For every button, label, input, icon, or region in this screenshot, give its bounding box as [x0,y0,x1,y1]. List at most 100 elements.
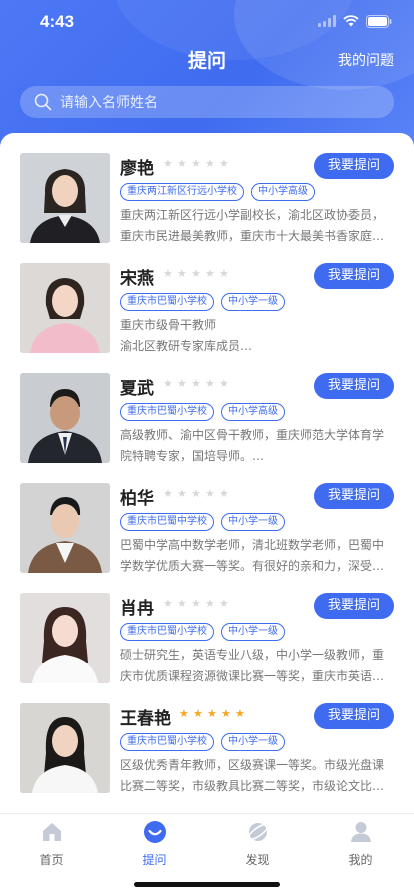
level-tag: 中小学高级 [221,403,285,421]
level-tag: 中小学一级 [221,623,285,641]
star-icon: ★ [205,487,215,500]
star-icon: ★ [177,597,187,610]
teacher-avatar [20,263,110,353]
level-tag: 中小学高级 [251,183,315,201]
nav-bar: 提问 我的问题 [0,44,414,74]
star-icon: ★ [221,707,231,720]
teacher-name: 柏华 [120,489,154,509]
teacher-avatar [20,593,110,683]
star-icon: ★ [219,487,229,500]
star-icon: ★ [163,597,173,610]
level-tag: 中小学一级 [221,733,285,751]
star-icon: ★ [235,707,245,720]
teacher-tags: 重庆两江新区行远小学校 中小学高级 [120,183,315,201]
status-time: 4:43 [40,12,75,31]
star-icon: ★ [177,487,187,500]
status-icons [318,14,392,28]
tab-ask[interactable]: 提问 [103,820,206,868]
teacher-name: 王春艳 [120,709,171,729]
star-icon: ★ [179,707,189,720]
tab-discover[interactable]: 发现 [206,820,309,868]
signal-icon [318,15,336,27]
tab-label: 提问 [142,853,167,867]
teacher-tags: 重庆市巴蜀小学校 中小学一级 [120,733,285,751]
tab-label: 首页 [39,853,64,867]
star-icon: ★ [191,157,201,170]
star-icon: ★ [177,377,187,390]
tab-profile[interactable]: 我的 [309,820,412,868]
star-icon: ★ [205,267,215,280]
star-icon: ★ [219,267,229,280]
teacher-card[interactable]: 柏华 ★ ★ ★ ★ ★ 我要提问 重庆市巴蜀中学校 中小学一级 巴蜀中学高中数… [0,463,414,573]
teacher-desc: 区级优秀青年教师，区级赛课一等奖。市级光盘课比赛二等奖，市级教具比赛二等奖，市级… [120,758,385,793]
my-questions-link[interactable]: 我的问题 [338,50,394,70]
star-icon: ★ [163,487,173,500]
teacher-name: 肖冉 [120,599,154,619]
teacher-desc: 巴蜀中学高中数学老师，清北班数学老师，巴蜀中学数学优质大赛一等奖。有很好的亲和力… [120,538,385,573]
school-tag: 重庆两江新区行远小学校 [120,183,244,201]
star-icon: ★ [163,267,173,280]
rating-stars: ★ ★ ★ ★ ★ [163,158,230,169]
battery-icon [366,14,392,28]
teacher-avatar [20,153,110,243]
school-tag: 重庆市巴蜀小学校 [120,293,214,311]
star-icon: ★ [219,157,229,170]
teacher-name: 宋燕 [120,269,154,289]
rating-stars: ★ ★ ★ ★ ★ [163,268,230,279]
ask-button[interactable]: 我要提问 [314,483,394,509]
status-bar: 4:43 [0,0,414,44]
star-icon: ★ [163,377,173,390]
tab-home[interactable]: 首页 [0,820,103,868]
star-icon: ★ [207,707,217,720]
discover-planet-icon [246,823,269,841]
teacher-card[interactable]: 夏武 ★ ★ ★ ★ ★ 我要提问 重庆市巴蜀小学校 中小学高级 高级教师、渝中… [0,353,414,463]
rating-stars: ★ ★ ★ ★ ★ [163,488,230,499]
star-icon: ★ [163,157,173,170]
star-icon: ★ [191,377,201,390]
teacher-desc: 重庆两江新区行远小学副校长，渝北区政协委员，重庆市民进最美教师，重庆市十大最美书… [120,208,385,243]
teacher-avatar [20,483,110,573]
teacher-tags: 重庆市巴蜀小学校 中小学一级 [120,293,285,311]
ask-button[interactable]: 我要提问 [314,153,394,179]
teacher-avatar [20,703,110,793]
rating-stars: ★ ★ ★ ★ ★ [179,708,246,719]
star-icon: ★ [205,597,215,610]
teacher-card[interactable]: 王春艳 ★ ★ ★ ★ ★ 我要提问 重庆市巴蜀小学校 中小学一级 区级优秀青年… [0,683,414,793]
level-tag: 中小学一级 [221,513,285,531]
rating-stars: ★ ★ ★ ★ ★ [163,598,230,609]
star-icon: ★ [219,377,229,390]
home-icon [42,823,61,841]
teacher-tags: 重庆市巴蜀小学校 中小学高级 [120,403,285,421]
ask-button[interactable]: 我要提问 [314,373,394,399]
ask-button[interactable]: 我要提问 [314,593,394,619]
ask-button[interactable]: 我要提问 [314,263,394,289]
star-icon: ★ [205,377,215,390]
profile-icon [350,822,371,842]
wifi-icon [343,15,359,27]
teacher-list[interactable]: 廖艳 ★ ★ ★ ★ ★ 我要提问 重庆两江新区行远小学校 中小学高级 重庆两江… [0,133,414,813]
rating-stars: ★ ★ ★ ★ ★ [163,378,230,389]
star-icon: ★ [205,157,215,170]
school-tag: 重庆市巴蜀中学校 [120,513,214,531]
teacher-card[interactable]: 宋燕 ★ ★ ★ ★ ★ 我要提问 重庆市巴蜀小学校 中小学一级 重庆市级骨干教… [0,243,414,353]
teacher-avatar [20,373,110,463]
teacher-desc: 重庆市级骨干教师 渝北区教研专家库成员… [120,318,253,353]
star-icon: ★ [191,267,201,280]
star-icon: ★ [191,597,201,610]
teacher-card[interactable]: 我要提问 [0,793,414,813]
star-icon: ★ [191,487,201,500]
star-icon: ★ [177,157,187,170]
star-icon: ★ [193,707,203,720]
search-placeholder: 请输入名师姓名 [60,95,158,111]
level-tag: 中小学一级 [221,293,285,311]
teacher-card[interactable]: 肖冉 ★ ★ ★ ★ ★ 我要提问 重庆市巴蜀小学校 中小学一级 硕士研究生，英… [0,573,414,683]
ask-button[interactable]: 我要提问 [314,703,394,729]
search-input[interactable]: 请输入名师姓名 [20,86,394,118]
search-icon [34,93,52,111]
teacher-card[interactable]: 廖艳 ★ ★ ★ ★ ★ 我要提问 重庆两江新区行远小学校 中小学高级 重庆两江… [0,133,414,243]
teacher-desc: 高级教师、渝中区骨干教师，重庆师范大学体育学院特聘专家，国培导师。… [120,428,385,463]
question-smile-icon [143,821,166,843]
school-tag: 重庆市巴蜀小学校 [120,403,214,421]
tab-label: 我的 [348,853,373,867]
school-tag: 重庆市巴蜀小学校 [120,733,214,751]
